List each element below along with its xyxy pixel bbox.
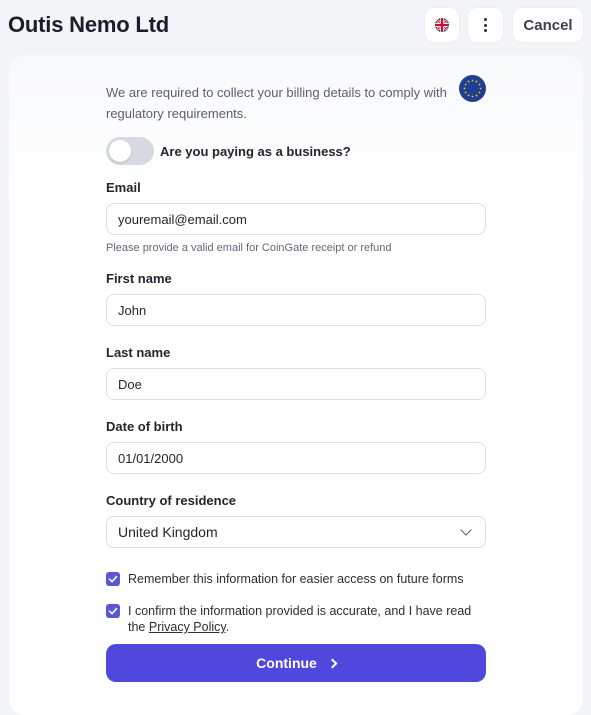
eu-star — [475, 94, 478, 97]
header: Outis Nemo Ltd Cancel — [0, 0, 591, 52]
eu-star — [467, 94, 470, 97]
eu-star — [478, 83, 481, 86]
eu-star — [471, 79, 474, 82]
checkmark-icon — [108, 607, 118, 615]
confirm-label: I confirm the information provided is ac… — [128, 603, 478, 635]
business-toggle-label: Are you paying as a business? — [160, 144, 351, 159]
confirm-checkbox[interactable] — [106, 604, 120, 618]
email-hint: Please provide a valid email for CoinGat… — [106, 242, 392, 254]
email-field[interactable]: youremail@email.com — [106, 203, 486, 235]
eu-star — [475, 80, 478, 83]
cancel-button[interactable]: Cancel — [512, 7, 584, 43]
date-of-birth-field[interactable]: 01/01/2000 — [106, 442, 486, 474]
eu-flag-icon — [459, 75, 486, 102]
country-select[interactable]: United Kingdom — [106, 516, 486, 548]
more-options-button[interactable] — [467, 7, 504, 43]
eu-star — [478, 91, 481, 94]
remember-checkbox[interactable] — [106, 572, 120, 586]
first-name-label: First name — [106, 271, 172, 286]
eu-star — [467, 80, 470, 83]
last-name-label: Last name — [106, 345, 171, 360]
continue-label: Continue — [256, 655, 317, 671]
country-select-value: United Kingdom — [118, 524, 218, 540]
privacy-policy-link[interactable]: Privacy Policy — [149, 620, 226, 634]
continue-button[interactable]: Continue — [106, 644, 486, 682]
checkmark-icon — [108, 575, 118, 583]
chevron-down-icon — [460, 524, 472, 536]
country-label: Country of residence — [106, 493, 237, 508]
eu-star — [471, 95, 474, 98]
eu-star — [464, 83, 467, 86]
chevron-right-icon — [327, 658, 338, 668]
intro-text: We are required to collect your billing … — [106, 85, 447, 121]
eu-star — [464, 91, 467, 94]
email-label: Email — [106, 180, 141, 195]
uk-flag-icon — [435, 18, 449, 32]
confirm-text-end: . — [225, 620, 230, 634]
date-of-birth-label: Date of birth — [106, 419, 183, 434]
eu-star — [479, 87, 482, 90]
business-toggle[interactable] — [106, 137, 154, 165]
eu-star — [463, 87, 466, 90]
language-button[interactable] — [424, 7, 460, 43]
kebab-menu-icon — [484, 18, 487, 32]
merchant-title: Outis Nemo Ltd — [8, 12, 169, 37]
first-name-field[interactable]: John — [106, 294, 486, 326]
toggle-knob — [109, 140, 131, 162]
remember-label: Remember this information for easier acc… — [128, 572, 464, 586]
last-name-field[interactable]: Doe — [106, 368, 486, 400]
